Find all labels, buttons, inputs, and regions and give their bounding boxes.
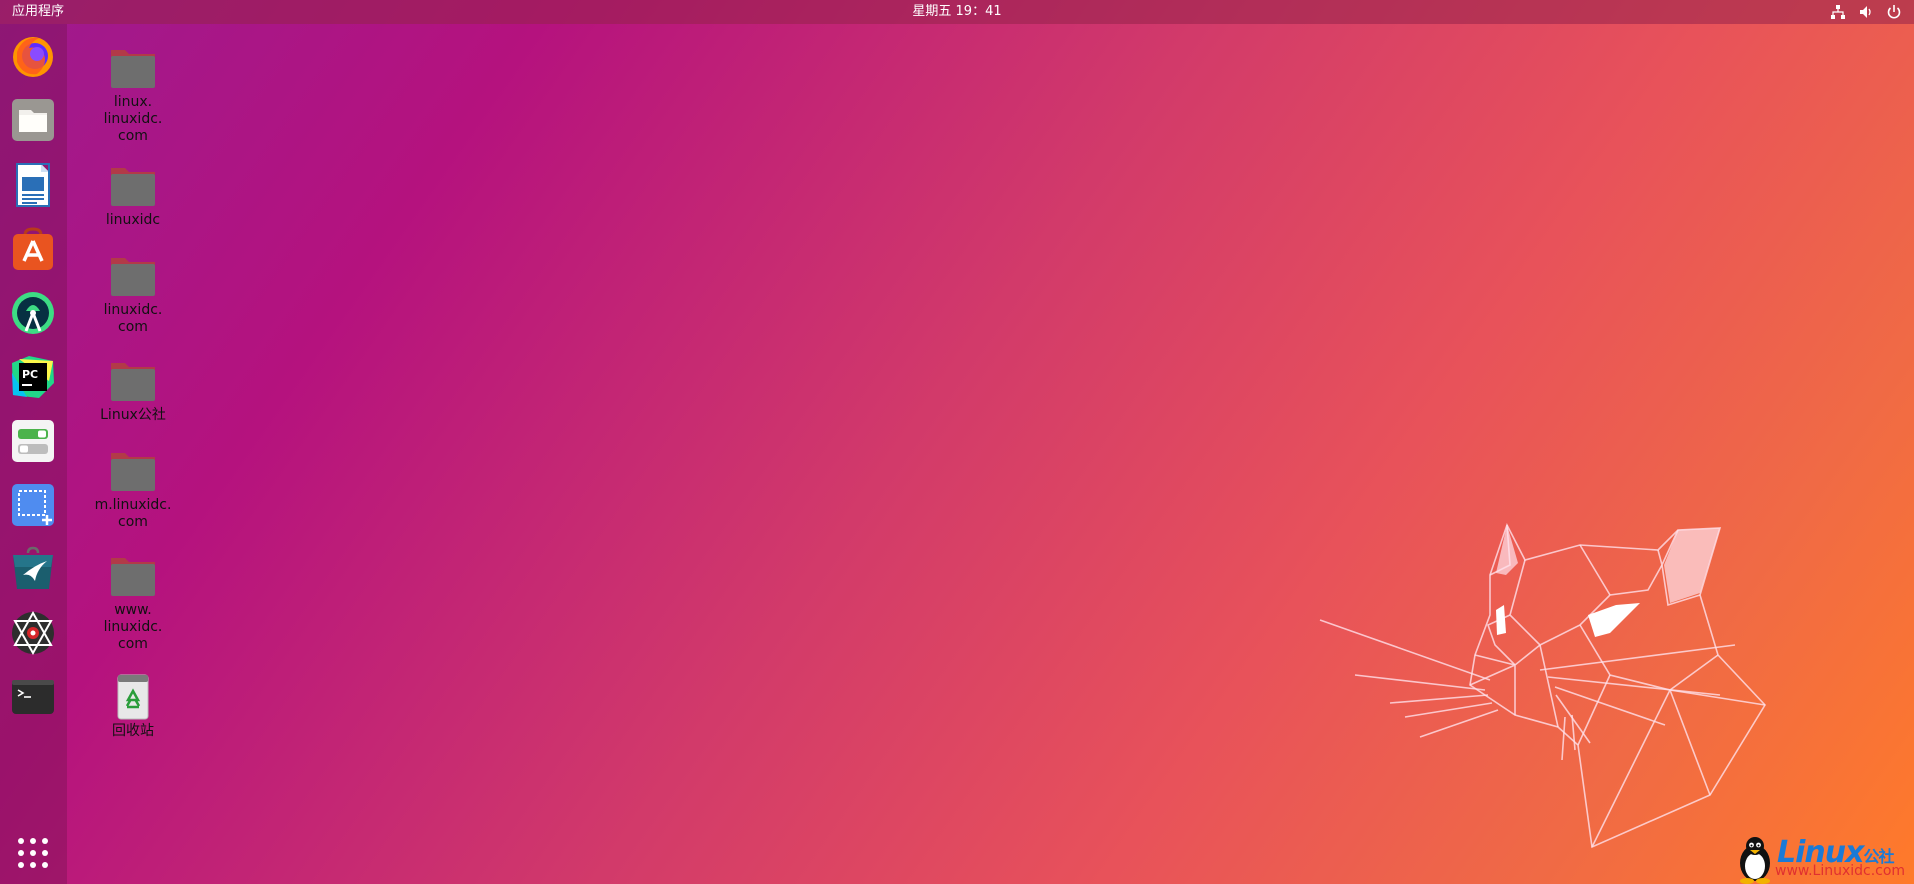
desktop-item-label: m.linuxidc. com — [94, 497, 172, 530]
desktop-folder-linuxidc[interactable]: linuxidc — [85, 162, 181, 229]
desktop-trash[interactable]: 回收站 — [85, 673, 181, 740]
desktop-folder-linux-linuxidc-com[interactable]: linux. linuxidc. com — [85, 44, 181, 145]
svg-text:PC: PC — [22, 368, 38, 381]
desktop-item-label: linuxidc. com — [103, 302, 163, 335]
folder-icon — [111, 168, 155, 206]
desktop-item-label: www. linuxidc. com — [103, 602, 163, 652]
dock-files[interactable] — [9, 96, 57, 144]
tux-penguin-icon — [1740, 837, 1770, 884]
desktop-item-label: linuxidc — [105, 212, 161, 228]
dock: PC — [0, 24, 67, 884]
dock-terminal[interactable] — [9, 673, 57, 721]
system-tray — [1830, 4, 1902, 20]
dock-web[interactable] — [9, 609, 57, 657]
show-apps-button[interactable] — [9, 829, 57, 877]
folder-icon — [111, 558, 155, 596]
desktop-item-label: 回收站 — [112, 723, 154, 739]
screenshot-icon — [12, 484, 54, 526]
dock-screenshot[interactable] — [9, 481, 57, 529]
watermark-url: www.Linuxidc.com — [1775, 863, 1906, 879]
desktop-folder-linux-gongshe[interactable]: Linux公社 — [85, 357, 181, 424]
tweaks-icon — [12, 420, 54, 462]
terminal-icon — [12, 680, 54, 714]
desktop-item-label: linux. linuxidc. com — [103, 94, 163, 144]
writer-icon — [16, 163, 50, 207]
pycharm-icon: PC — [12, 356, 54, 398]
firefox-icon — [13, 37, 53, 77]
grid-icon — [18, 838, 48, 868]
android-studio-icon — [12, 292, 54, 334]
dock-firefox[interactable] — [9, 32, 57, 80]
web-icon — [12, 610, 54, 656]
store-icon — [13, 546, 53, 589]
dock-store[interactable] — [9, 545, 57, 593]
trash-icon — [117, 674, 149, 720]
desktop-folder-m-linuxidc-com[interactable]: m.linuxidc. com — [85, 447, 181, 531]
folder-icon — [111, 50, 155, 88]
power-icon[interactable] — [1886, 4, 1902, 20]
dock-writer[interactable] — [9, 161, 57, 209]
folder-icon — [111, 453, 155, 491]
dock-software[interactable] — [9, 225, 57, 273]
volume-icon[interactable] — [1858, 4, 1874, 20]
linuxidc-watermark: Linux公社 www.Linuxidc.com — [1735, 835, 1914, 884]
top-bar: 应用程序 星期五 19：41 — [0, 0, 1914, 24]
wallpaper-cat-illustration — [1319, 522, 1767, 849]
desktop-folder-linuxidc-com[interactable]: linuxidc. com — [85, 252, 181, 336]
desktop-folder-www-linuxidc-com[interactable]: www. linuxidc. com — [85, 552, 181, 653]
dock-tweaks[interactable] — [9, 417, 57, 465]
folder-icon — [111, 363, 155, 401]
network-icon[interactable] — [1830, 4, 1846, 20]
files-icon — [12, 99, 54, 141]
folder-icon — [111, 258, 155, 296]
dock-android-studio[interactable] — [9, 289, 57, 337]
activities-button[interactable]: 应用程序 — [12, 0, 64, 24]
software-icon — [13, 227, 53, 270]
clock-label[interactable]: 星期五 19：41 — [912, 4, 1001, 19]
dock-pycharm[interactable]: PC — [9, 353, 57, 401]
desktop-item-label: Linux公社 — [100, 407, 166, 423]
clock: 星期五 19：41 — [0, 0, 1914, 24]
